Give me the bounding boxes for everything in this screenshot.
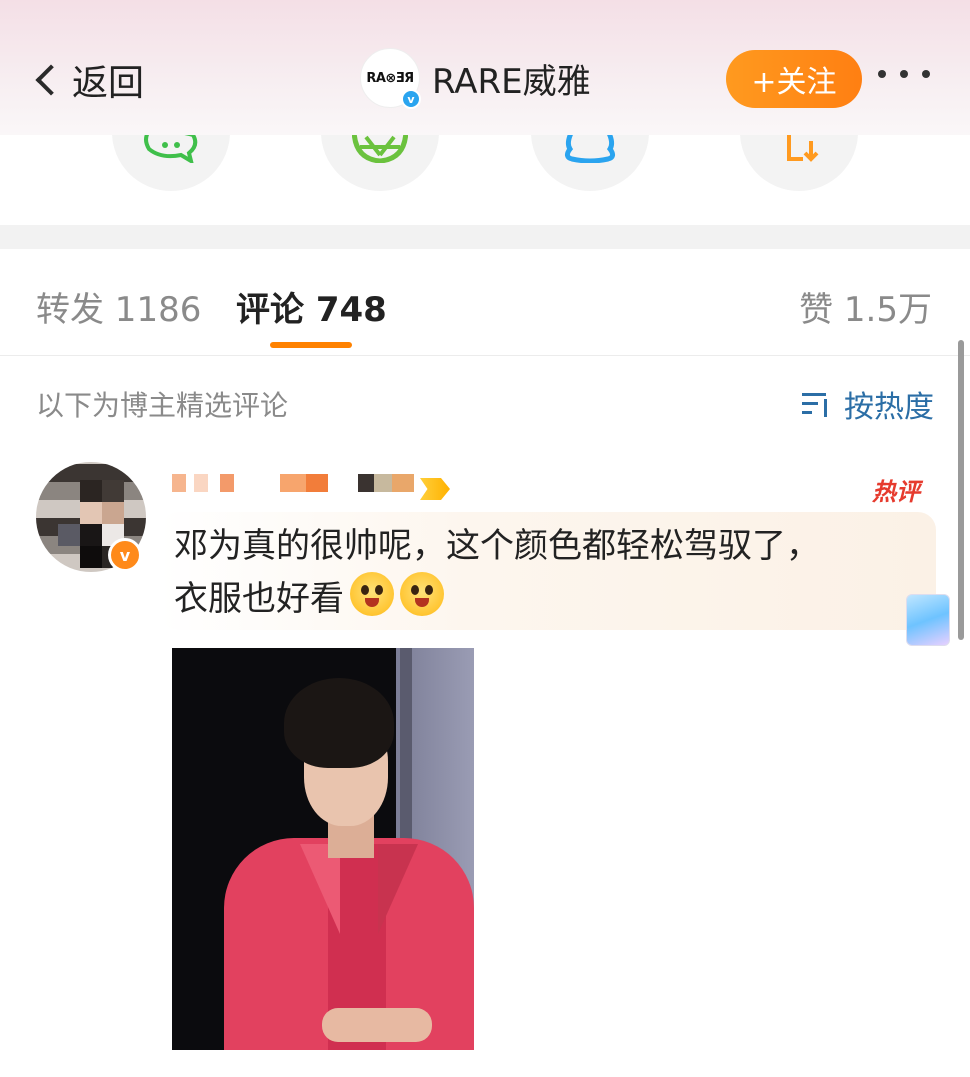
verified-badge-icon: v xyxy=(401,89,421,109)
tab-repost[interactable]: 转发 1186 xyxy=(36,282,201,331)
comment-filter-row: 以下为博主精选评论 按热度 xyxy=(0,356,970,446)
tab-bar: 转发 1186 评论 748 赞 1.5万 xyxy=(0,249,970,356)
sort-label: 按热度 xyxy=(844,390,934,425)
comment-sticker-icon xyxy=(906,594,950,646)
comment-line-2: 衣服也好看 xyxy=(174,572,894,625)
section-divider xyxy=(0,225,970,249)
wechat-share-button[interactable] xyxy=(112,135,230,191)
save-share-button[interactable] xyxy=(740,135,858,191)
comment-photo[interactable] xyxy=(172,648,474,1050)
comment-text[interactable]: 邓为真的很帅呢，这个颜色都轻松驾驭了， 衣服也好看 xyxy=(174,520,894,625)
more-options-icon[interactable] xyxy=(878,70,930,78)
wechat-icon xyxy=(144,135,198,163)
tab-likes[interactable]: 赞 1.5万 xyxy=(799,282,932,331)
save-icon xyxy=(787,135,819,162)
selected-comments-label: 以下为博主精选评论 xyxy=(36,389,289,422)
sort-by-hot-button[interactable]: 按热度 xyxy=(802,382,934,426)
back-button[interactable]: 返回 xyxy=(28,52,144,108)
top-bar: 返回 RA⊗ƎЯ v RARE威雅 +关注 xyxy=(0,0,970,135)
account-avatar[interactable]: RA⊗ƎЯ v xyxy=(360,48,421,109)
account-logo: RA⊗ƎЯ xyxy=(366,70,414,86)
back-label: 返回 xyxy=(72,63,145,104)
photo-hand xyxy=(322,1008,432,1042)
sort-icon xyxy=(802,391,832,417)
qq-share-button[interactable] xyxy=(531,135,649,191)
commenter-name-pixelated[interactable] xyxy=(172,466,462,502)
comment-line-1: 邓为真的很帅呢，这个颜色都轻松驾驭了， xyxy=(174,526,820,566)
share-row xyxy=(0,135,970,225)
smiley-heart-emoji-icon xyxy=(400,572,444,616)
account-name[interactable]: RARE威雅 xyxy=(432,54,591,103)
scrollbar[interactable] xyxy=(958,340,964,640)
hot-comment-tag: 热评 xyxy=(872,478,920,506)
photo-hair xyxy=(284,678,394,768)
moments-icon xyxy=(352,135,408,163)
follow-button[interactable]: +关注 xyxy=(726,50,862,108)
active-tab-indicator xyxy=(270,342,352,348)
chevron-left-icon xyxy=(35,64,67,96)
moments-share-button[interactable] xyxy=(321,135,439,191)
comment-line-2-text: 衣服也好看 xyxy=(174,579,344,619)
qq-icon xyxy=(564,135,616,163)
tab-comments[interactable]: 评论 748 xyxy=(236,282,387,331)
verified-badge-icon: v xyxy=(108,538,142,572)
smiley-heart-emoji-icon xyxy=(350,572,394,616)
account-header[interactable]: RA⊗ƎЯ v RARE威雅 xyxy=(360,48,591,109)
